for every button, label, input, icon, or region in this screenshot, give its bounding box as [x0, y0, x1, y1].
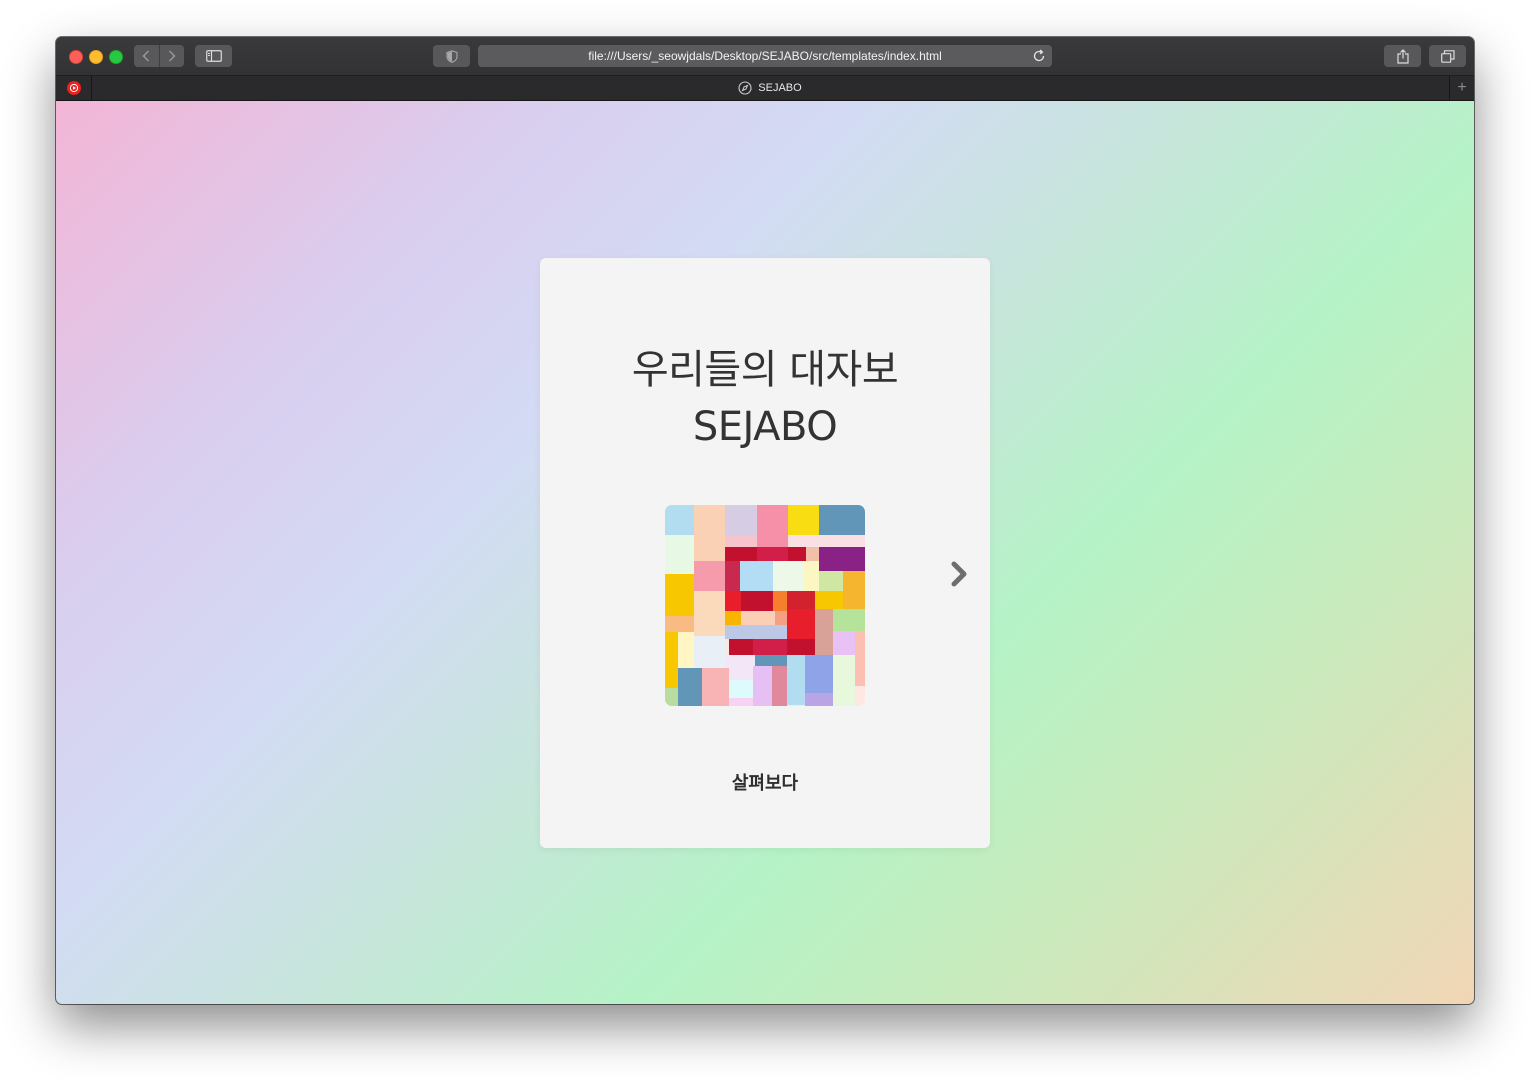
browser-toolbar: file:///Users/_seowjdals/Desktop/SEJABO/…	[56, 37, 1474, 76]
forward-button[interactable]	[160, 45, 185, 67]
url-text: file:///Users/_seowjdals/Desktop/SEJABO/…	[588, 49, 942, 63]
back-button[interactable]	[134, 45, 159, 67]
tab-bar: SEJABO +	[56, 76, 1474, 101]
tab-label: SEJABO	[758, 82, 802, 94]
page-title: 우리들의 대자보 SEJABO	[540, 342, 990, 456]
sidebar-icon	[205, 50, 222, 62]
privacy-report-button[interactable]	[433, 45, 470, 67]
tabs-overview-icon	[1440, 49, 1455, 63]
youtube-music-icon	[66, 81, 81, 95]
share-icon	[1396, 48, 1409, 64]
address-bar[interactable]: file:///Users/_seowjdals/Desktop/SEJABO/…	[478, 45, 1052, 67]
page-content: 우리들의 대자보 SEJABO 살펴보다	[56, 101, 1474, 1004]
tab-overview-button[interactable]	[1429, 45, 1466, 67]
chevron-left-icon	[142, 50, 150, 62]
browse-button[interactable]: 살펴보다	[540, 769, 990, 795]
next-slide-button[interactable]	[944, 557, 974, 591]
compass-icon	[738, 81, 752, 95]
pinned-tab[interactable]	[56, 76, 92, 100]
chevron-right-icon	[168, 50, 176, 62]
intro-card: 우리들의 대자보 SEJABO 살펴보다	[540, 258, 990, 848]
sidebar-button[interactable]	[195, 45, 232, 67]
browser-window: file:///Users/_seowjdals/Desktop/SEJABO/…	[56, 37, 1474, 1004]
zoom-window-button[interactable]	[109, 50, 123, 64]
reload-icon[interactable]	[1031, 48, 1047, 64]
minimize-window-button[interactable]	[89, 50, 103, 64]
chevron-right-icon	[951, 561, 967, 587]
title-korean: 우리들의 대자보	[631, 347, 899, 393]
mosaic-artwork-image	[665, 505, 865, 706]
shield-icon	[445, 49, 458, 63]
title-english: SEJABO	[692, 404, 838, 450]
navigation-buttons	[134, 45, 184, 67]
share-button[interactable]	[1384, 45, 1421, 67]
close-window-button[interactable]	[69, 50, 83, 64]
active-tab[interactable]: SEJABO	[92, 76, 1448, 100]
new-tab-button[interactable]: +	[1449, 76, 1474, 100]
